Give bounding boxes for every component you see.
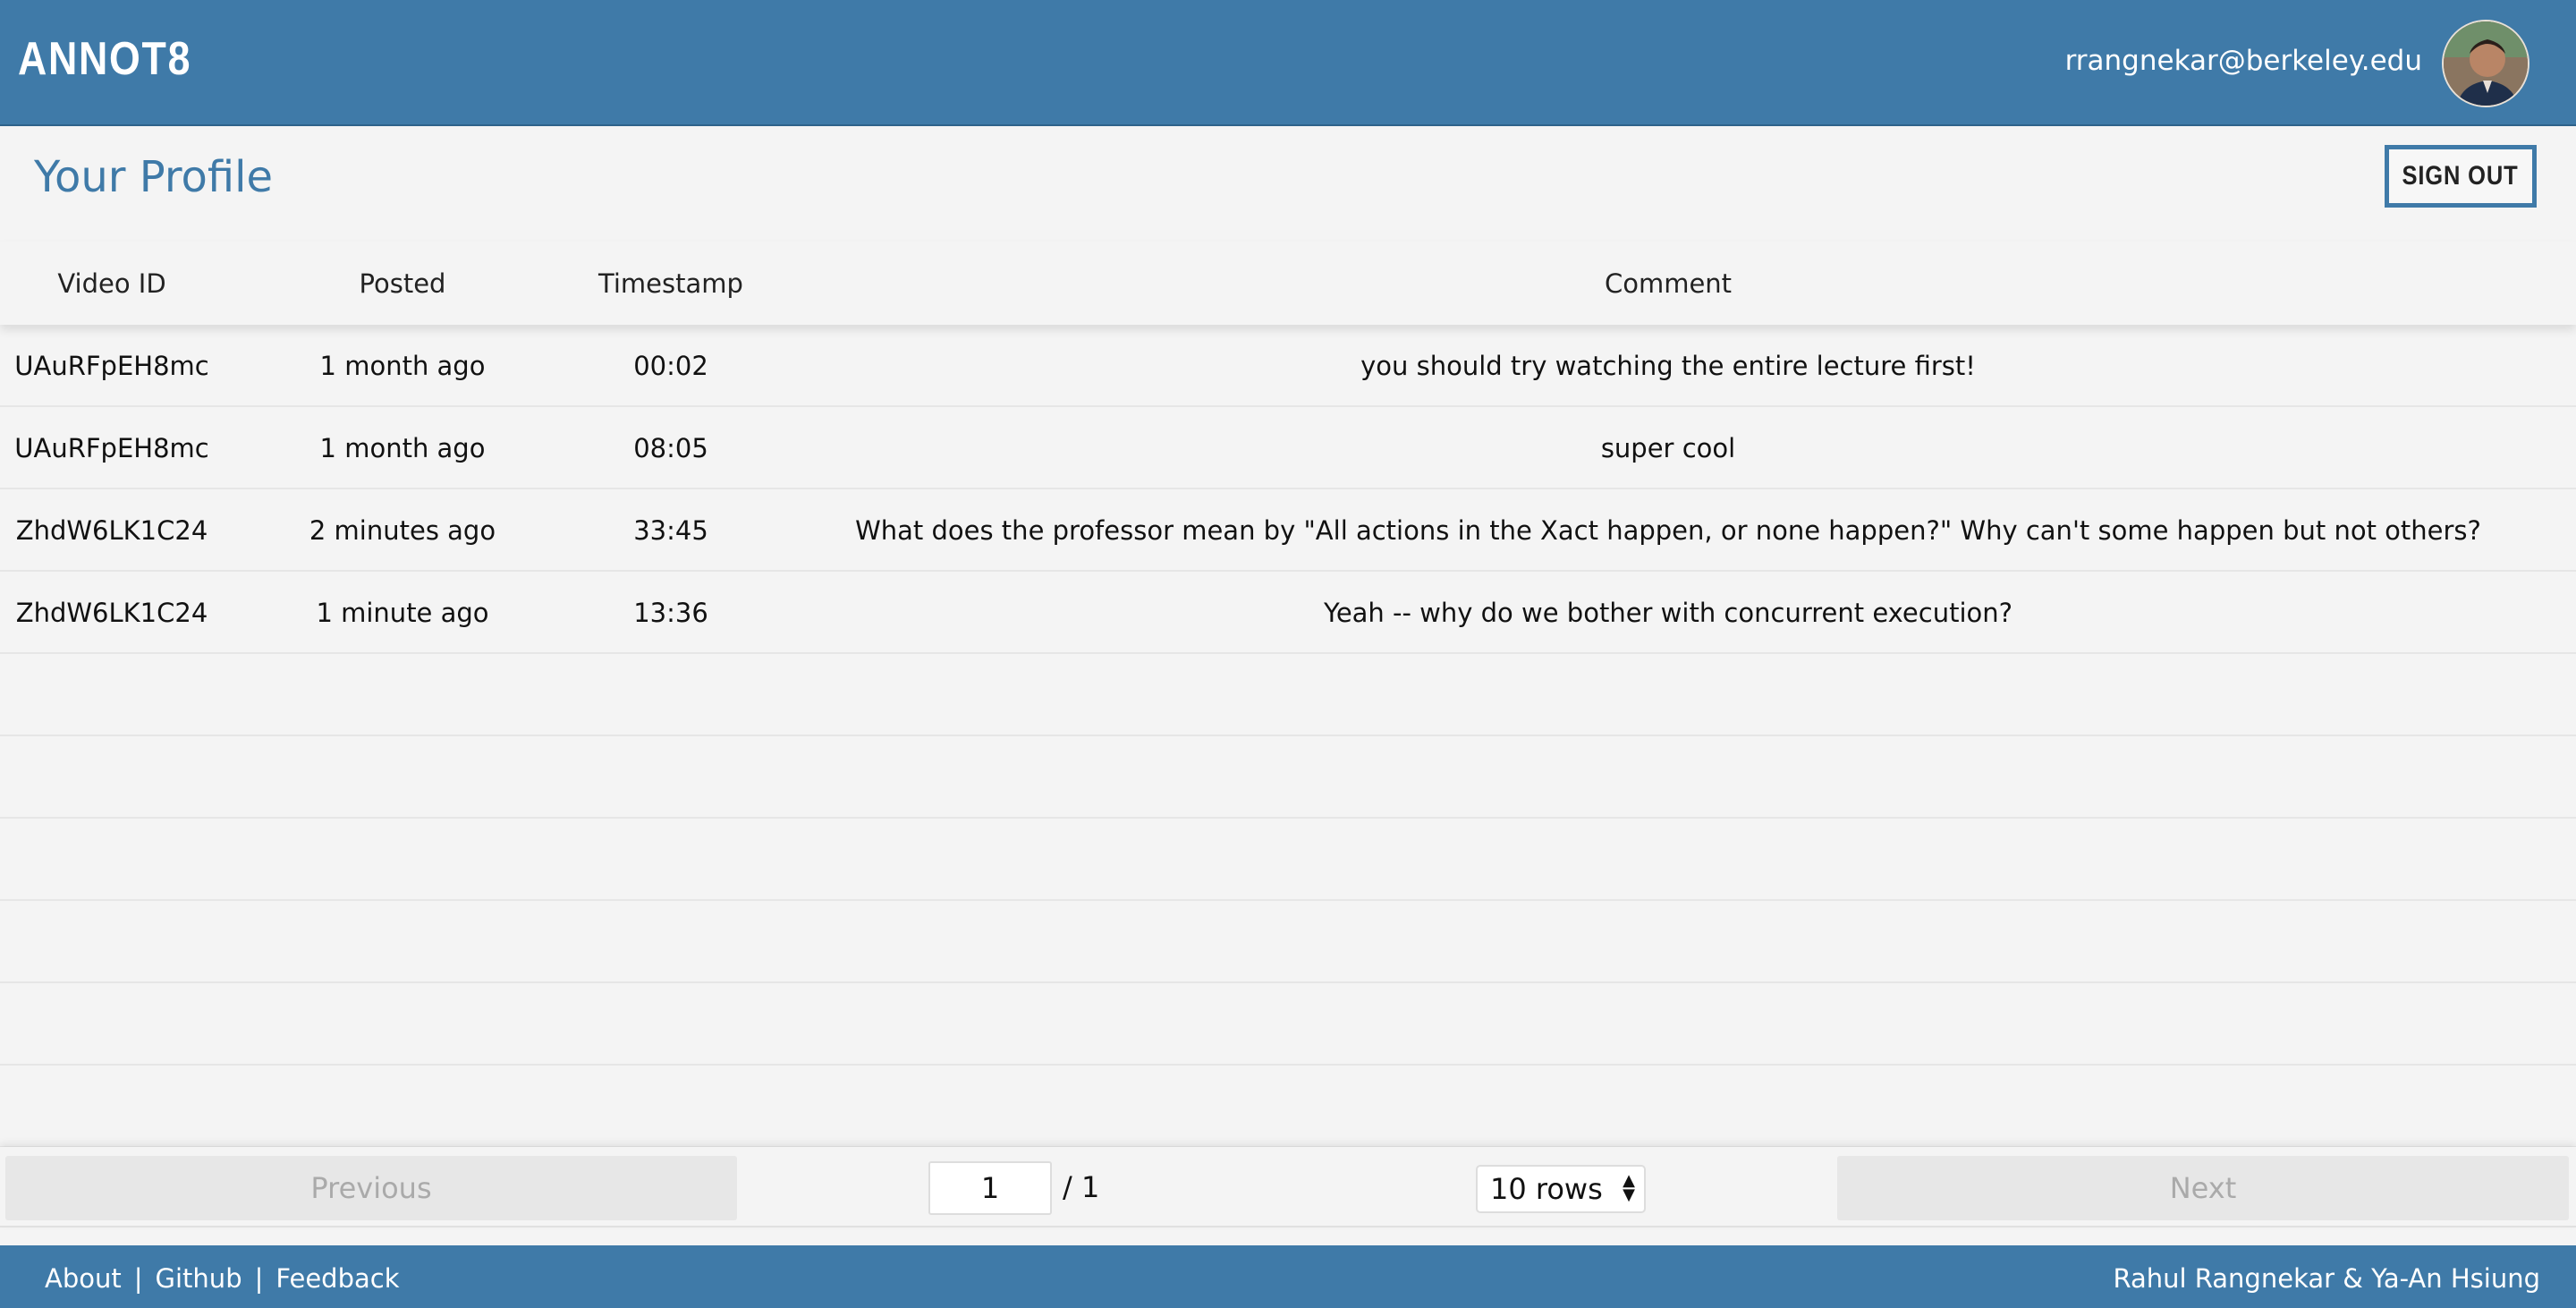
empty-table-row (0, 1066, 2576, 1148)
column-header-timestamp[interactable]: Timestamp (581, 268, 760, 304)
table-header: Video ID Posted Timestamp Comment (0, 242, 2576, 325)
rows-per-page-select[interactable]: 10 rows ▲ ▼ (1476, 1165, 1646, 1213)
user-email[interactable]: rrangnekar@berkeley.edu (2065, 45, 2422, 77)
table-row[interactable]: UAuRFpEH8mc 1 month ago 08:05 super cool (0, 407, 2576, 489)
cell-comment: What does the professor mean by "All act… (855, 515, 2481, 546)
footer-separator: | (254, 1263, 264, 1294)
cell-timestamp: 00:02 (633, 351, 708, 381)
pagination-bar: Previous / 1 10 rows ▲▼ Next (0, 1147, 2576, 1227)
cell-video-id: ZhdW6LK1C24 (15, 515, 208, 546)
empty-table-row (0, 901, 2576, 983)
sign-out-label: SIGN OUT (2402, 161, 2520, 191)
total-pages: / 1 (1063, 1170, 1100, 1204)
cell-posted: 2 minutes ago (309, 515, 496, 546)
table-body: UAuRFpEH8mc 1 month ago 00:02 you should… (0, 325, 2576, 1148)
github-link[interactable]: Github (156, 1263, 242, 1294)
footer-separator: | (133, 1263, 143, 1294)
cell-posted: 1 month ago (319, 433, 486, 463)
cell-timestamp: 33:45 (633, 515, 708, 546)
cell-comment: Yeah -- why do we bother with concurrent… (1323, 598, 2013, 628)
column-header-posted[interactable]: Posted (224, 268, 581, 304)
page-number-input[interactable] (928, 1161, 1052, 1215)
cell-timestamp: 08:05 (633, 433, 708, 463)
about-link[interactable]: About (45, 1263, 122, 1294)
cell-posted: 1 minute ago (316, 598, 489, 628)
cell-posted: 1 month ago (319, 351, 486, 381)
comments-table: Video ID Posted Timestamp Comment UAuRFp… (0, 242, 2576, 1148)
user-avatar[interactable] (2442, 20, 2529, 107)
cell-video-id: UAuRFpEH8mc (14, 433, 209, 463)
empty-table-row (0, 736, 2576, 819)
footer: About | Github | Feedback Rahul Rangnekar & … (0, 1245, 2576, 1308)
footer-credits: Rahul Rangnekar & Ya-An Hsiung (2113, 1263, 2540, 1294)
next-page-button[interactable]: Next (1837, 1156, 2569, 1220)
cell-comment: super cool (1600, 433, 1736, 463)
table-row[interactable]: ZhdW6LK1C24 2 minutes ago 33:45 What doe… (0, 489, 2576, 572)
table-row[interactable]: ZhdW6LK1C24 1 minute ago 13:36 Yeah -- w… (0, 572, 2576, 654)
empty-table-row (0, 983, 2576, 1066)
app-logo[interactable]: ANNOT8 (18, 32, 191, 86)
avatar-photo-icon (2444, 21, 2528, 106)
previous-page-button[interactable]: Previous (5, 1156, 737, 1220)
cell-video-id: UAuRFpEH8mc (14, 351, 209, 381)
top-nav-bar: ANNOT8 rrangnekar@berkeley.edu (0, 0, 2576, 126)
column-header-comment[interactable]: Comment (760, 268, 2576, 304)
cell-comment: you should try watching the entire lectu… (1360, 351, 1976, 381)
empty-table-row (0, 819, 2576, 901)
table-row[interactable]: UAuRFpEH8mc 1 month ago 00:02 you should… (0, 325, 2576, 407)
rows-per-page-value: 10 rows (1490, 1172, 1603, 1206)
feedback-link[interactable]: Feedback (275, 1263, 399, 1294)
cell-video-id: ZhdW6LK1C24 (15, 598, 208, 628)
sign-out-button[interactable]: SIGN OUT (2385, 145, 2537, 208)
column-header-video-id[interactable]: Video ID (0, 268, 224, 304)
empty-table-row (0, 654, 2576, 736)
page-title: Your Profile (34, 152, 273, 202)
select-arrows-icon: ▲ ▼ (1623, 1171, 1635, 1204)
cell-timestamp: 13:36 (633, 598, 708, 628)
footer-links: About | Github | Feedback (45, 1263, 400, 1294)
